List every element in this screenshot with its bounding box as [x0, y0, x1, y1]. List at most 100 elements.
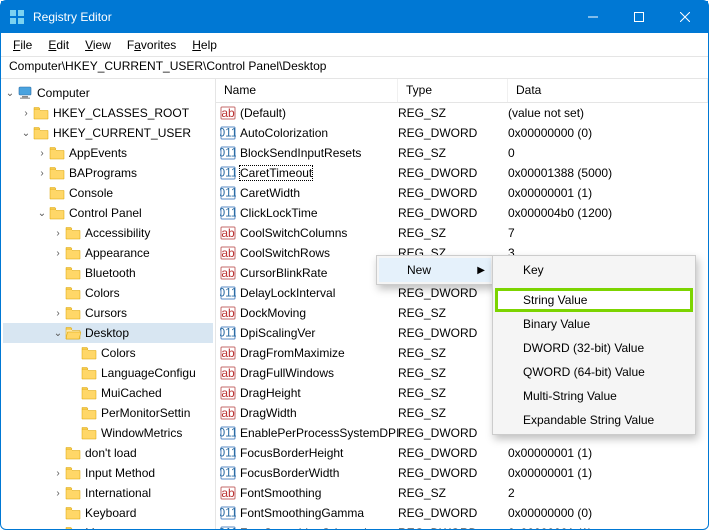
tree-label: BAPrograms [69, 166, 137, 180]
tree-appearance[interactable]: ›Appearance [3, 243, 213, 263]
submenu-key[interactable]: Key [495, 258, 693, 282]
list-row[interactable]: 011FontSmoothingGammaREG_DWORD0x00000000… [216, 503, 708, 523]
menu-help[interactable]: Help [186, 36, 223, 54]
twisty-icon[interactable]: › [51, 308, 65, 319]
context-submenu-new: Key String Value Binary Value DWORD (32-… [492, 255, 696, 435]
col-header-name[interactable]: Name [216, 79, 398, 102]
tree-dontload[interactable]: don't load [3, 443, 213, 463]
submenu-string-value[interactable]: String Value [495, 288, 693, 312]
minimize-button[interactable] [570, 1, 616, 33]
maximize-button[interactable] [616, 1, 662, 33]
tree-controlpanel[interactable]: ⌄Control Panel [3, 203, 213, 223]
value-data: 0x00001388 (5000) [508, 166, 708, 180]
list-pane[interactable]: Name Type Data ab(Default)REG_SZ(value n… [216, 79, 708, 529]
tree-bluetooth[interactable]: Bluetooth [3, 263, 213, 283]
menu-view[interactable]: View [79, 36, 117, 54]
tree-appevents[interactable]: ›AppEvents [3, 143, 213, 163]
tree-inputmethod[interactable]: › Input Method [3, 463, 213, 483]
svg-text:011: 011 [220, 146, 236, 160]
submenu-binary-value[interactable]: Binary Value [495, 312, 693, 336]
list-row[interactable]: 011BlockSendInputResetsREG_SZ0 [216, 143, 708, 163]
tree-baprograms[interactable]: › BAPrograms [3, 163, 213, 183]
list-row[interactable]: 011FocusBorderHeightREG_DWORD0x00000001 … [216, 443, 708, 463]
list-row[interactable]: 011CaretWidthREG_DWORD0x00000001 (1) [216, 183, 708, 203]
tree-muicached[interactable]: MuiCached [3, 383, 213, 403]
submenu-multi-string-value[interactable]: Multi-String Value [495, 384, 693, 408]
list-row[interactable]: 011ClickLockTimeREG_DWORD0x000004b0 (120… [216, 203, 708, 223]
tree-keyboard[interactable]: Keyboard [3, 503, 213, 523]
tree-pane[interactable]: ⌄Computer›HKEY_CLASSES_ROOT ⌄ HKEY_CURRENT… [1, 79, 216, 529]
list-row[interactable]: 011FocusBorderWidthREG_DWORD0x00000001 (… [216, 463, 708, 483]
tree-label: HKEY_CURRENT_USER [53, 126, 191, 140]
menu-favorites[interactable]: Favorites [121, 36, 182, 54]
close-button[interactable] [662, 1, 708, 33]
tree-windowmetrics[interactable]: WindowMetrics [3, 423, 213, 443]
value-name: CursorBlinkRate [240, 266, 327, 280]
value-name: FocusBorderWidth [240, 466, 339, 480]
submenu-expandable-string-value[interactable]: Expandable String Value [495, 408, 693, 432]
twisty-icon[interactable]: › [51, 248, 65, 259]
twisty-icon[interactable]: ⌄ [51, 328, 65, 339]
tree-label: Bluetooth [85, 266, 136, 280]
svg-text:011: 011 [220, 126, 236, 140]
svg-text:ab: ab [221, 306, 235, 320]
tree-cursors[interactable]: ›Cursors [3, 303, 213, 323]
value-type: REG_SZ [398, 486, 508, 500]
twisty-icon[interactable]: › [51, 468, 65, 479]
svg-text:011: 011 [220, 466, 236, 480]
twisty-icon[interactable]: ⌄ [3, 88, 17, 99]
value-data: 0x00000000 (0) [508, 126, 708, 140]
context-menu-new-label: New [407, 263, 431, 277]
value-name: FontSmoothing [240, 486, 321, 500]
twisty-icon[interactable]: › [19, 108, 33, 119]
value-name: BlockSendInputResets [240, 146, 361, 160]
tree-desktop-colors[interactable]: Colors [3, 343, 213, 363]
menu-edit[interactable]: Edit [42, 36, 75, 54]
value-type: REG_SZ [398, 106, 508, 120]
list-row[interactable]: 011FontSmoothingOrientationREG_DWORD0x00… [216, 523, 708, 529]
tree-international[interactable]: ›International [3, 483, 213, 503]
list-row[interactable]: 011CaretTimeoutREG_DWORD0x00001388 (5000… [216, 163, 708, 183]
list-row[interactable]: ab(Default)REG_SZ(value not set) [216, 103, 708, 123]
value-name: DpiScalingVer [240, 326, 315, 340]
tree-console[interactable]: Console [3, 183, 213, 203]
submenu-dword-value[interactable]: DWORD (32-bit) Value [495, 336, 693, 360]
titlebar: Registry Editor [1, 1, 708, 33]
svg-text:ab: ab [221, 386, 235, 400]
twisty-icon[interactable]: › [51, 488, 65, 499]
col-header-type[interactable]: Type [398, 79, 508, 102]
tree-hkcr[interactable]: ›HKEY_CLASSES_ROOT [3, 103, 213, 123]
twisty-icon[interactable]: ⌄ [35, 208, 49, 219]
tree-colors[interactable]: Colors [3, 283, 213, 303]
context-menu-new[interactable]: New ▶ [379, 258, 491, 282]
value-data: 7 [508, 226, 708, 240]
tree-label: Input Method [85, 466, 155, 480]
tree-hkcu[interactable]: ⌄ HKEY_CURRENT_USER [3, 123, 213, 143]
list-row[interactable]: 011AutoColorizationREG_DWORD0x00000000 (… [216, 123, 708, 143]
list-row[interactable]: abFontSmoothingREG_SZ2 [216, 483, 708, 503]
tree-desktop[interactable]: ⌄Desktop [3, 323, 213, 343]
tree-languageconfig[interactable]: LanguageConfigu [3, 363, 213, 383]
twisty-icon[interactable]: ⌄ [19, 128, 33, 139]
window-title: Registry Editor [33, 10, 570, 24]
value-type: REG_DWORD [398, 506, 508, 520]
address-bar[interactable]: Computer\HKEY_CURRENT_USER\Control Panel… [1, 57, 708, 79]
col-header-data[interactable]: Data [508, 79, 708, 102]
list-header: Name Type Data [216, 79, 708, 103]
tree-label: Console [69, 186, 113, 200]
twisty-icon[interactable]: › [35, 168, 49, 179]
value-type: REG_SZ [398, 146, 508, 160]
value-name: DragWidth [240, 406, 297, 420]
menu-file[interactable]: File [7, 36, 38, 54]
tree-permonitor[interactable]: PerMonitorSettin [3, 403, 213, 423]
twisty-icon[interactable]: › [51, 228, 65, 239]
list-row[interactable]: abCoolSwitchColumnsREG_SZ7 [216, 223, 708, 243]
tree-accessibility[interactable]: ›Accessibility [3, 223, 213, 243]
twisty-icon[interactable]: › [35, 148, 49, 159]
tree-mouse[interactable]: Mouse [3, 523, 213, 529]
submenu-qword-value[interactable]: QWORD (64-bit) Value [495, 360, 693, 384]
value-data: 0x000004b0 (1200) [508, 206, 708, 220]
tree-computer[interactable]: ⌄Computer [3, 83, 213, 103]
value-name: CaretWidth [240, 186, 300, 200]
value-name: DockMoving [240, 306, 306, 320]
